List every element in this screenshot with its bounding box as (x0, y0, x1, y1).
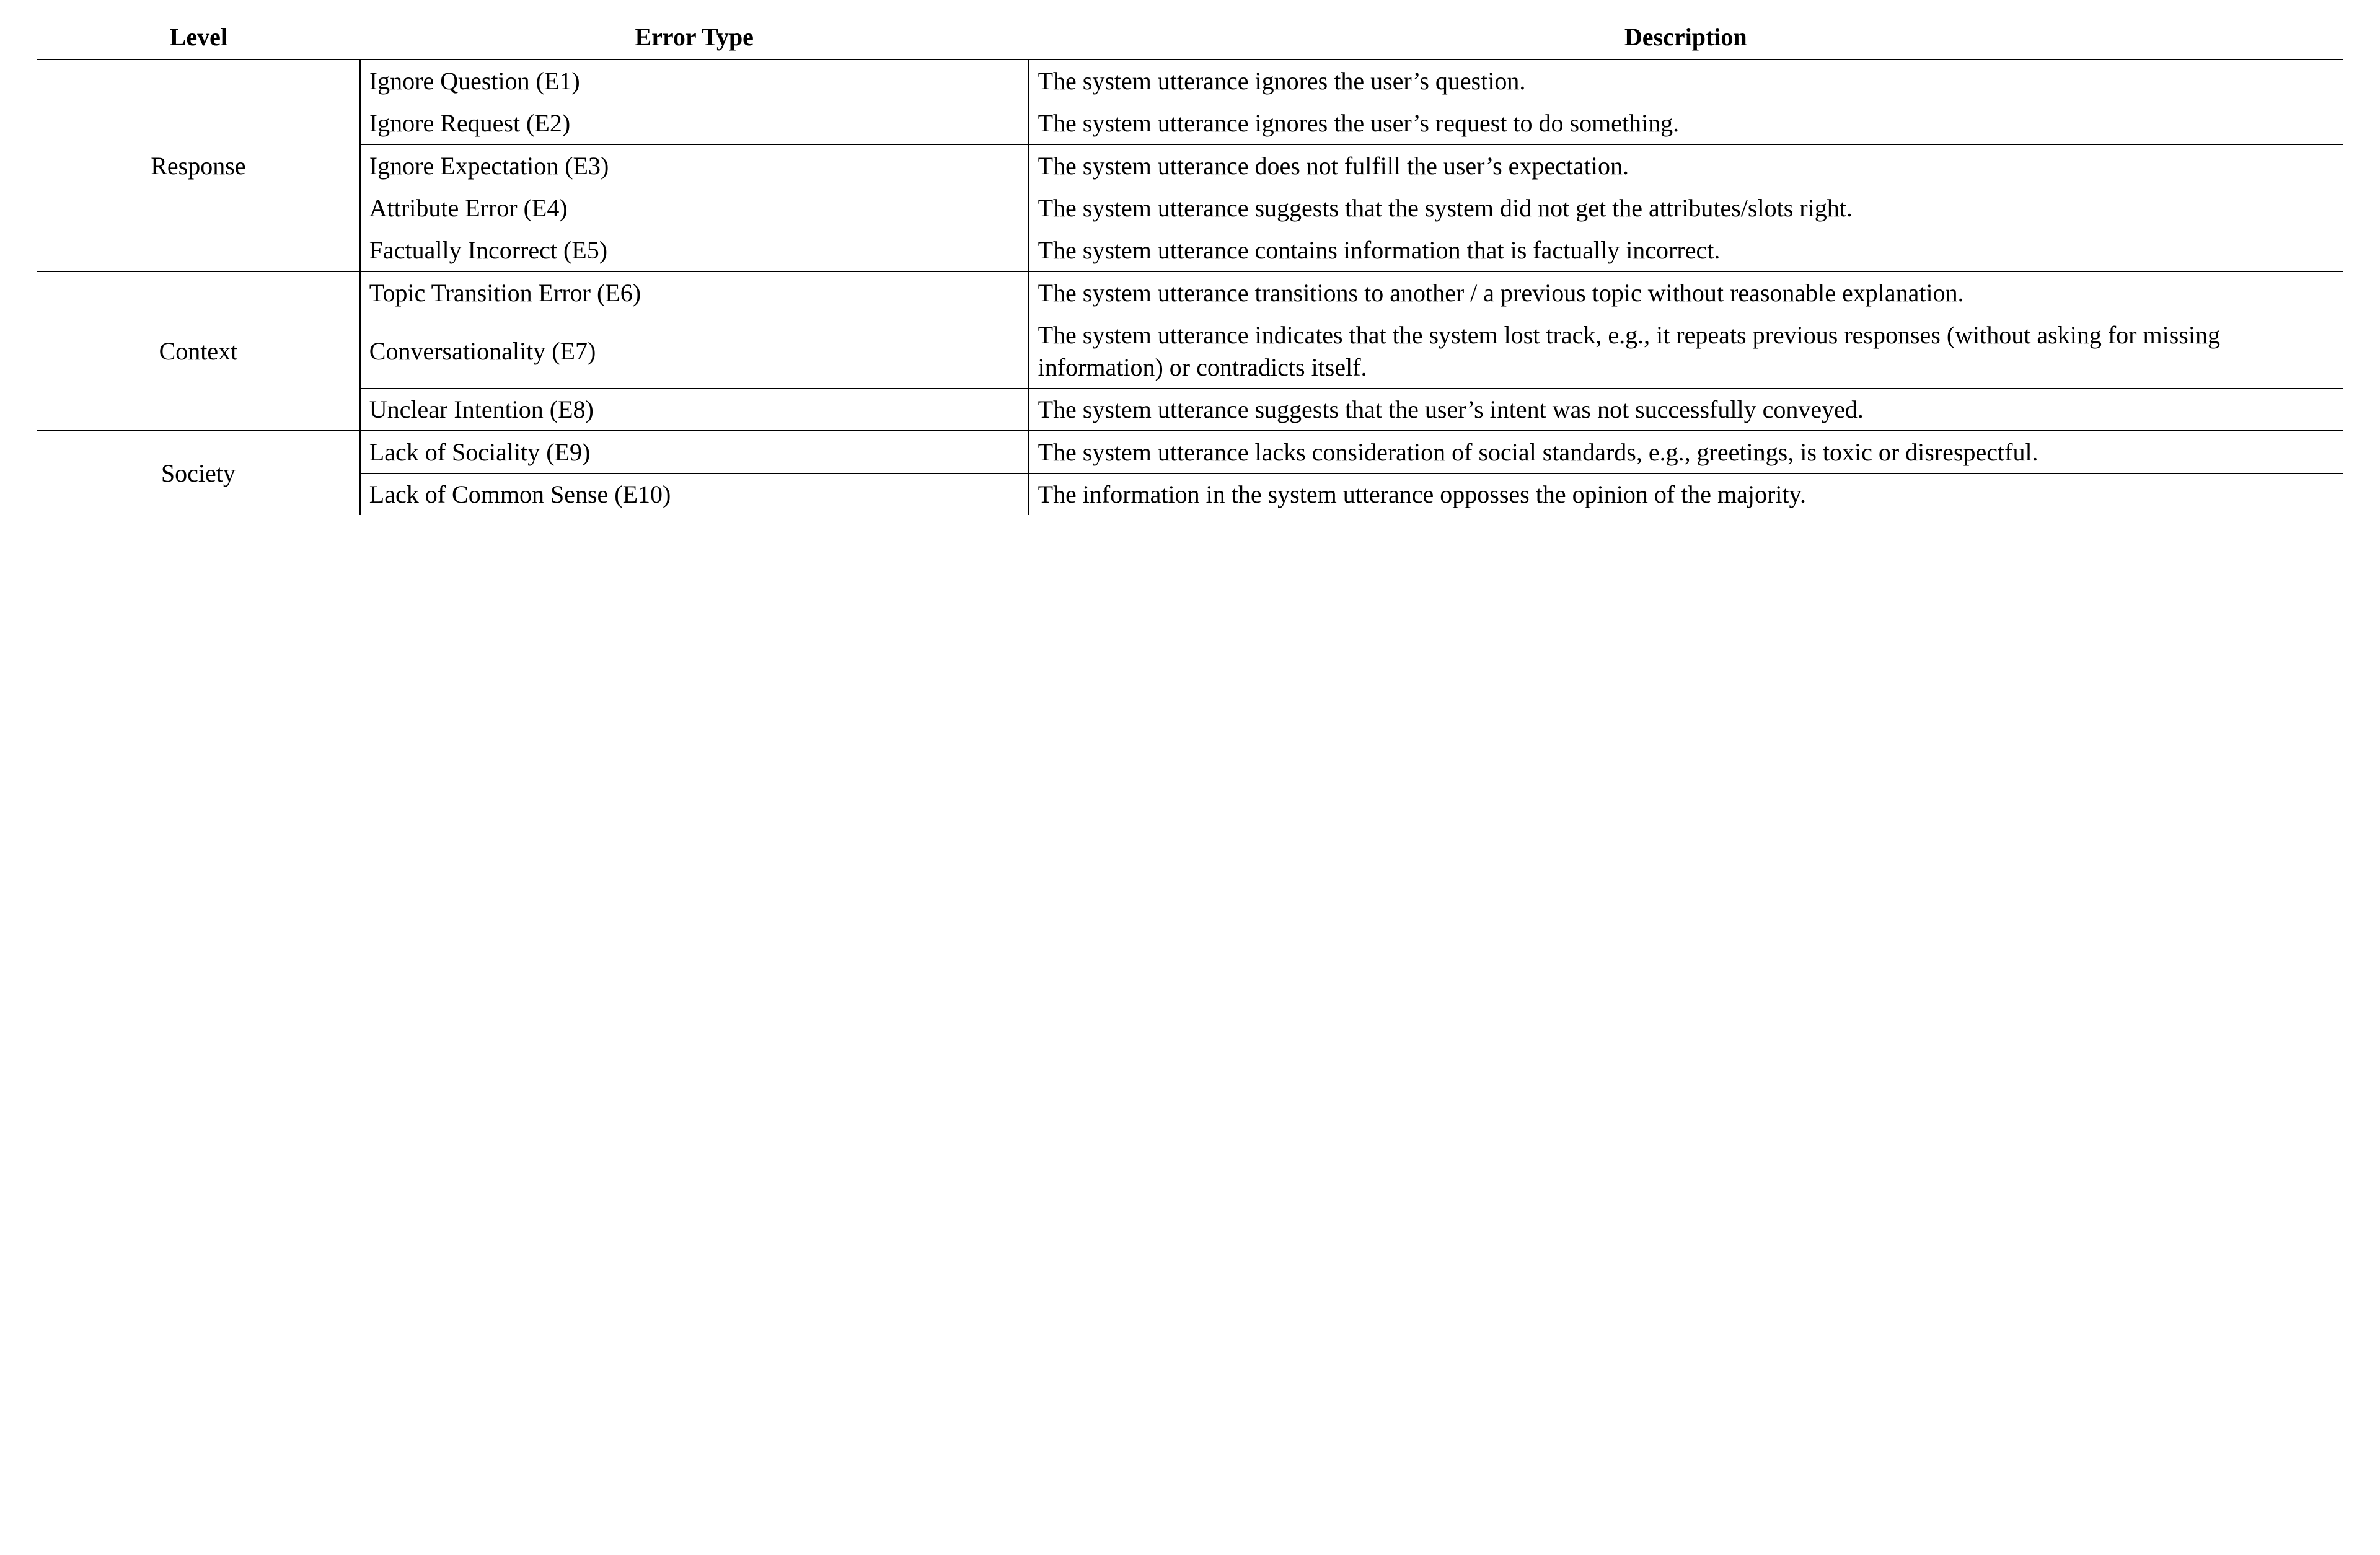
level-cell: Context (37, 271, 360, 431)
table-row: Factually Incorrect (E5) The system utte… (37, 229, 2343, 271)
description-cell: The system utterance indicates that the … (1029, 314, 2343, 388)
level-cell: Response (37, 59, 360, 271)
table-row: Conversationality (E7) The system uttera… (37, 314, 2343, 388)
description-cell: The system utterance lacks consideration… (1029, 431, 2343, 474)
description-cell: The system utterance suggests that the s… (1029, 187, 2343, 229)
error-type-cell: Conversationality (E7) (360, 314, 1029, 388)
level-cell: Society (37, 431, 360, 515)
description-cell: The system utterance does not fulfill th… (1029, 144, 2343, 187)
description-cell: The system utterance transitions to anot… (1029, 271, 2343, 314)
header-error-type: Error Type (360, 19, 1029, 59)
error-type-cell: Attribute Error (E4) (360, 187, 1029, 229)
header-level: Level (37, 19, 360, 59)
error-type-cell: Unclear Intention (E8) (360, 388, 1029, 431)
table-row: Ignore Expectation (E3) The system utter… (37, 144, 2343, 187)
table-row: Context Topic Transition Error (E6) The … (37, 271, 2343, 314)
error-type-cell: Lack of Common Sense (E10) (360, 474, 1029, 516)
table-row: Attribute Error (E4) The system utteranc… (37, 187, 2343, 229)
error-type-cell: Ignore Request (E2) (360, 102, 1029, 144)
error-type-cell: Factually Incorrect (E5) (360, 229, 1029, 271)
error-taxonomy-table: Level Error Type Description Response Ig… (37, 19, 2343, 515)
table-row: Lack of Common Sense (E10) The informati… (37, 474, 2343, 516)
description-cell: The system utterance ignores the user’s … (1029, 59, 2343, 102)
table-row: Society Lack of Sociality (E9) The syste… (37, 431, 2343, 474)
error-type-cell: Ignore Expectation (E3) (360, 144, 1029, 187)
error-type-cell: Ignore Question (E1) (360, 59, 1029, 102)
description-cell: The system utterance suggests that the u… (1029, 388, 2343, 431)
table-row: Response Ignore Question (E1) The system… (37, 59, 2343, 102)
description-cell: The system utterance ignores the user’s … (1029, 102, 2343, 144)
table-header-row: Level Error Type Description (37, 19, 2343, 59)
error-type-cell: Lack of Sociality (E9) (360, 431, 1029, 474)
error-type-cell: Topic Transition Error (E6) (360, 271, 1029, 314)
description-cell: The information in the system utterance … (1029, 474, 2343, 516)
description-cell: The system utterance contains informatio… (1029, 229, 2343, 271)
table-row: Unclear Intention (E8) The system uttera… (37, 388, 2343, 431)
table-row: Ignore Request (E2) The system utterance… (37, 102, 2343, 144)
header-description: Description (1029, 19, 2343, 59)
